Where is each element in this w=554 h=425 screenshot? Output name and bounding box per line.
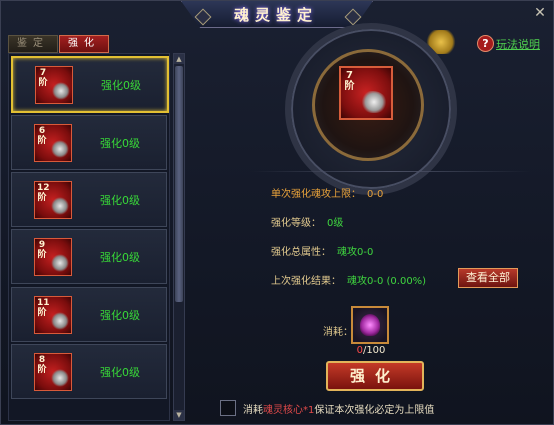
- stat-label: 上次强化结果：: [271, 276, 341, 287]
- question-icon[interactable]: ?: [477, 35, 494, 52]
- soul-item-icon: 11 阶: [34, 296, 72, 334]
- enhance-level-label: 强化0级: [100, 309, 140, 322]
- view-all-button[interactable]: 查看全部: [458, 268, 518, 288]
- soul-identify-window: 魂灵鉴定 ✕ 鉴定 强化 7阶 强化0级 6阶 强化0级 12 阶 强化0级 9…: [0, 0, 554, 425]
- blade-icon: [361, 91, 387, 113]
- list-item[interactable]: 7阶 强化0级: [11, 56, 169, 113]
- stat-single-cap: 单次强化魂攻上限： 0-0: [271, 185, 383, 200]
- stat-label: 强化等级：: [271, 218, 321, 229]
- stat-level: 强化等级： 0级: [271, 214, 343, 229]
- ring-icon: [51, 369, 69, 387]
- stage-unit: 阶: [38, 78, 48, 88]
- scroll-down-icon[interactable]: ▼: [174, 410, 184, 420]
- soul-item-icon: 12 阶: [34, 181, 72, 219]
- help-link[interactable]: 玩法说明: [496, 36, 540, 52]
- consume-label: 消耗：: [323, 327, 353, 338]
- list-item[interactable]: 9阶 强化0级: [11, 229, 167, 284]
- stage-unit: 阶: [37, 193, 47, 203]
- soul-list: 7阶 强化0级 6阶 强化0级 12 阶 强化0级 9阶 强化0级 11 阶 强…: [8, 53, 170, 421]
- enhance-button[interactable]: 强化: [326, 361, 424, 391]
- selected-soul-icon[interactable]: 7阶: [339, 66, 393, 120]
- soul-item-icon: 8阶: [34, 353, 72, 391]
- stage-unit: 阶: [37, 136, 47, 146]
- enhance-level-label: 强化0级: [101, 79, 141, 92]
- scroll-up-icon[interactable]: ▲: [174, 54, 184, 64]
- stage-unit: 阶: [37, 250, 47, 260]
- stat-value: 0级: [327, 218, 344, 229]
- enhance-level-label: 强化0级: [100, 194, 140, 207]
- note-prefix: 消耗: [243, 405, 263, 416]
- tab-enhance[interactable]: 强化: [59, 35, 109, 53]
- soul-item-icon: 7阶: [35, 66, 73, 104]
- stage-number: 6: [38, 126, 46, 136]
- stage-number: 9: [38, 240, 46, 250]
- tab-identify[interactable]: 鉴定: [8, 35, 58, 53]
- enhance-level-label: 强化0级: [100, 366, 140, 379]
- shield-icon: [51, 254, 69, 272]
- stage-number: 12: [37, 183, 50, 193]
- blade-icon: [52, 82, 70, 100]
- soul-item-icon: 6阶: [34, 124, 72, 162]
- list-item[interactable]: 11 阶 强化0级: [11, 287, 167, 342]
- window-title: 魂灵鉴定: [233, 6, 318, 24]
- stat-last-result: 上次强化结果： 魂攻0-0 (0.00%): [271, 272, 426, 287]
- list-scrollbar[interactable]: ▲ ▼: [173, 53, 185, 421]
- stage-number: 8: [38, 355, 46, 365]
- stat-label: 强化总属性：: [271, 247, 331, 258]
- use-core-checkbox[interactable]: [220, 400, 236, 416]
- list-item[interactable]: 12 阶 强化0级: [11, 172, 167, 227]
- note-suffix: 保证本次强化必定为上限值: [314, 405, 435, 416]
- stage-unit: 阶: [344, 81, 355, 92]
- sword-icon: [51, 312, 69, 330]
- stat-value: 0-0: [367, 189, 384, 200]
- list-item[interactable]: 6阶 强化0级: [11, 115, 167, 170]
- use-core-note: 消耗魂灵核心*1保证本次强化必定为上限值: [243, 401, 434, 416]
- enhance-level-label: 强化0级: [100, 137, 140, 150]
- stage-number: 11: [37, 298, 50, 308]
- list-item[interactable]: 8阶 强化0级: [11, 344, 167, 399]
- scroll-thumb[interactable]: [175, 66, 183, 302]
- divider: [251, 171, 531, 172]
- soul-core-gem-icon: [360, 314, 380, 336]
- stage-number: 7: [39, 68, 47, 78]
- note-highlight: 魂灵核心*1: [263, 405, 315, 416]
- consume-item-slot[interactable]: [351, 306, 389, 344]
- close-icon[interactable]: ✕: [532, 5, 548, 21]
- stage-unit: 阶: [37, 365, 47, 375]
- stage-unit: 阶: [37, 308, 47, 318]
- stage-number: 7: [346, 70, 353, 81]
- armor-icon: [51, 140, 69, 158]
- stat-total: 强化总属性： 魂攻0-0: [271, 243, 373, 258]
- stat-value: 魂攻0-0: [337, 247, 374, 258]
- consume-count: 0/100: [351, 345, 391, 356]
- stat-label: 单次强化魂攻上限：: [271, 189, 361, 200]
- stat-value: 魂攻0-0 (0.00%): [347, 276, 427, 287]
- consume-need: /100: [362, 345, 386, 356]
- beast-icon: [51, 197, 69, 215]
- soul-item-icon: 9阶: [34, 238, 72, 276]
- enhance-level-label: 强化0级: [100, 251, 140, 264]
